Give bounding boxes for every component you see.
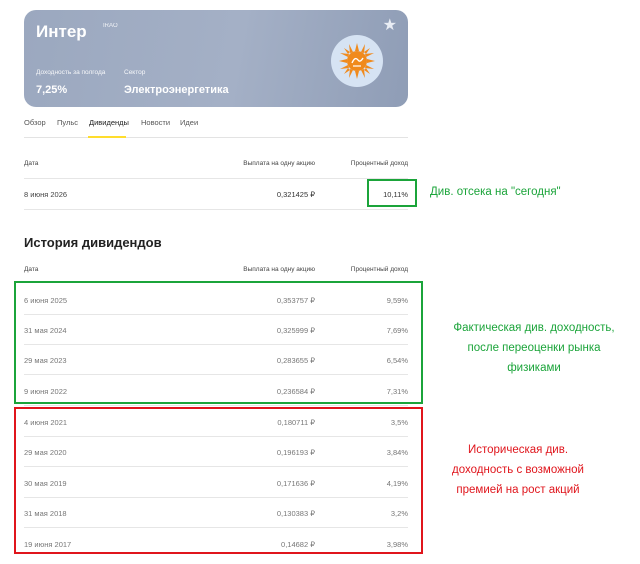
actual-note: Фактическая див. доходность, после перео… [428, 318, 640, 378]
company-name: Интер [36, 22, 87, 41]
historical-note-line: премией на рост акций [456, 484, 580, 496]
sector-value: Электроэнергетика [124, 84, 229, 96]
history-title: История дивидендов [24, 235, 162, 250]
sector-label: Сектор [124, 69, 146, 76]
tab-overview[interactable]: Обзор [24, 118, 46, 127]
yield-label: Доходность за полгода [36, 69, 106, 76]
yield-value: 7,25% [36, 84, 68, 96]
section-tabs: Обзор Пульс Дивиденды Новости Идеи [24, 111, 408, 138]
upcoming-date: 8 июня 2026 [24, 190, 68, 199]
upcoming-header-yield: Процентный доход [350, 160, 408, 167]
actual-note-line: Фактическая див. доходность, [453, 322, 615, 334]
active-tab-indicator [88, 136, 126, 138]
actual-note-line: после переоценки рынка [467, 342, 601, 354]
actual-note-line: физиками [507, 362, 561, 374]
history-header-date: Дата [24, 266, 39, 273]
upcoming-payout: 0,321425 ₽ [276, 190, 315, 199]
today-yield-highlight [367, 179, 417, 207]
company-card: Интер IRAO ★ Доходность за полгода 7,25%… [24, 10, 408, 107]
historical-note: Историческая див. доходность с возможной… [428, 440, 608, 500]
favorite-star-icon[interactable]: ★ [383, 18, 397, 34]
historical-yield-highlight [14, 407, 423, 554]
tab-pulse[interactable]: Пульс [57, 118, 78, 127]
history-header-yield: Процентный доход [350, 266, 408, 273]
upcoming-divider [24, 178, 408, 179]
today-note: Див. отсека на "сегодня" [430, 186, 561, 198]
tab-ideas[interactable]: Идеи [180, 118, 198, 127]
history-header-payout: Выплата на одну акцию [243, 266, 315, 273]
historical-note-line: Историческая див. [467, 444, 569, 456]
tab-news[interactable]: Новости [141, 118, 170, 127]
company-logo [331, 35, 383, 87]
historical-note-line: доходность с возможной [452, 464, 584, 476]
upcoming-header-payout: Выплата на одну акцию [243, 160, 315, 167]
upcoming-header-date: Дата [24, 160, 39, 167]
tab-dividends[interactable]: Дивиденды [89, 118, 129, 127]
company-ticker: IRAO [103, 23, 118, 29]
row-divider [24, 405, 408, 406]
actual-yield-highlight [14, 281, 423, 404]
upcoming-bottom-divider [24, 209, 408, 210]
company-logo-icon [339, 43, 375, 79]
